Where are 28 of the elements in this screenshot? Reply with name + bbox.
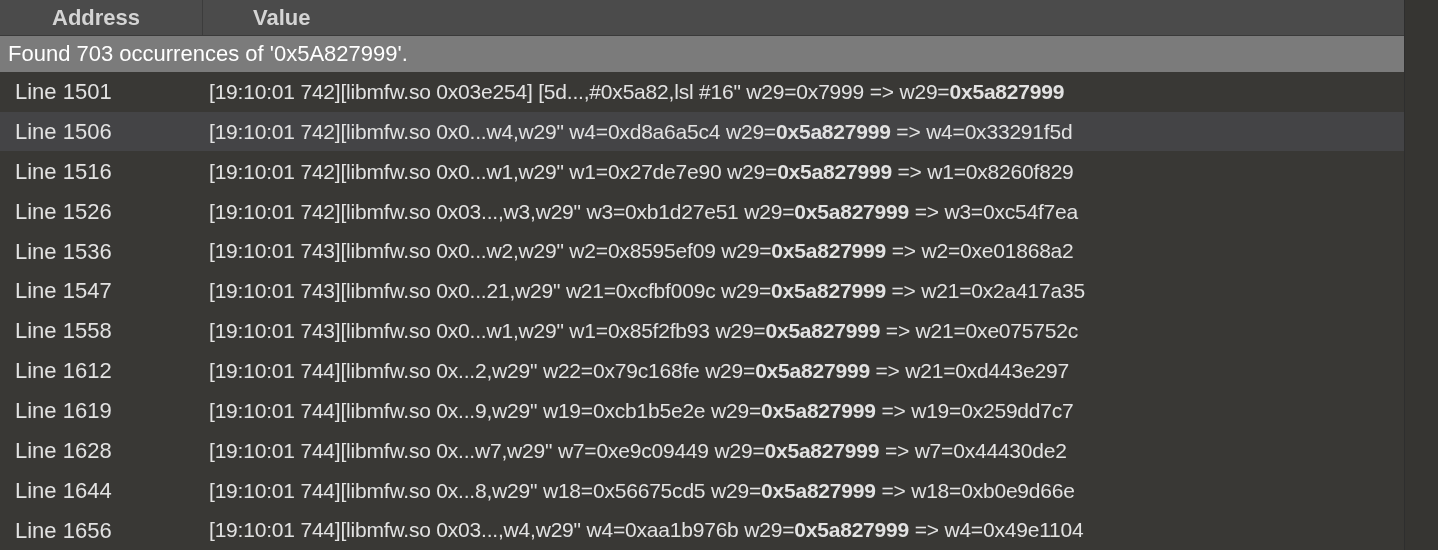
value-cell-text: [19:10:01 744][libmfw.so 0x...8,w29" w18=0x56675cd5 w29=0x5a827999 => w18=0xb0e9d66e: [209, 477, 1075, 504]
value-cell-text: [19:10:01 743][libmfw.so 0x0...w2,w29" w2=0x8595ef09 w29=0x5a827999 => w2=0xe01868a2: [209, 238, 1074, 265]
column-header[interactable]: Value: [203, 0, 1404, 35]
value-cell-text: [19:10:01 743][libmfw.so 0x0...21,w29" w21=0xcfbf009c w29=0x5a827999 => w21=0x2a417a35: [209, 278, 1085, 305]
address-cell-text: Line 1619: [14, 397, 113, 426]
address-cell-text: Line 1536: [14, 237, 113, 266]
value-cell-text: [19:10:01 742][libmfw.so 0x0...w1,w29" w1=0x27de7e90 w29=0x5a827999 => w1=0x8260f829: [209, 158, 1074, 185]
column-header[interactable]: Address: [0, 0, 203, 35]
value-cell-text: [19:10:01 742][libmfw.so 0x03e254] [5d...,#0x5a82,lsl #16" w29=0x7999 => w29=0x5a827999: [209, 78, 1065, 105]
result-row[interactable]: Line 1506 [19:10:01 742][libmfw.so 0x0...w4,w29" w4=0xd8a6a5c4 w29=0x5a827999 => w4=0x33291f5d: [0, 111, 1404, 152]
address-cell-text: Line 1644: [14, 476, 113, 505]
address-cell-text: Line 1506: [14, 118, 113, 147]
address-cell-text: Line 1612: [14, 357, 113, 386]
address-cell-text: Line 1526: [14, 197, 113, 226]
value-cell-text: [19:10:01 744][libmfw.so 0x...2,w29" w22=0x79c168fe w29=0x5a827999 => w21=0xd443e297: [209, 357, 1069, 384]
address-cell-text: Line 1516: [14, 157, 113, 186]
value-cell-text: [19:10:01 744][libmfw.so 0x...9,w29" w19=0xcb1b5e2e w29=0x5a827999 => w19=0x259dd7c7: [209, 397, 1074, 424]
search-result-banner: Found 703 occurrences of '0x5A827999'.: [0, 35, 1404, 72]
address-cell-text: Line 1501: [14, 78, 113, 107]
value-cell-text: [19:10:01 743][libmfw.so 0x0...w1,w29" w1=0x85f2fb93 w29=0x5a827999 => w21=0xe075752c: [209, 318, 1079, 345]
address-cell-text: Line 1558: [14, 317, 113, 346]
address-cell-text: Line 1656: [14, 516, 113, 545]
value-cell-text: [19:10:01 744][libmfw.so 0x03...,w4,w29" w4=0xaa1b976b w29=0x5a827999 => w4=0x49e1104: [209, 517, 1084, 544]
value-cell-text: [19:10:01 742][libmfw.so 0x0...w4,w29" w4=0xd8a6a5c4 w29=0x5a827999 => w4=0x33291f5d: [209, 118, 1073, 145]
address-cell-text: Line 1547: [14, 277, 113, 306]
value-cell-text: [19:10:01 744][libmfw.so 0x...w7,w29" w7=0xe9c09449 w29=0x5a827999 => w7=0x44430de2: [209, 437, 1067, 464]
value-cell-text: [19:10:01 742][libmfw.so 0x03...,w3,w29" w3=0xb1d27e51 w29=0x5a827999 => w3=0xc54f7ea: [209, 198, 1079, 225]
address-cell-text: Line 1628: [14, 436, 113, 465]
